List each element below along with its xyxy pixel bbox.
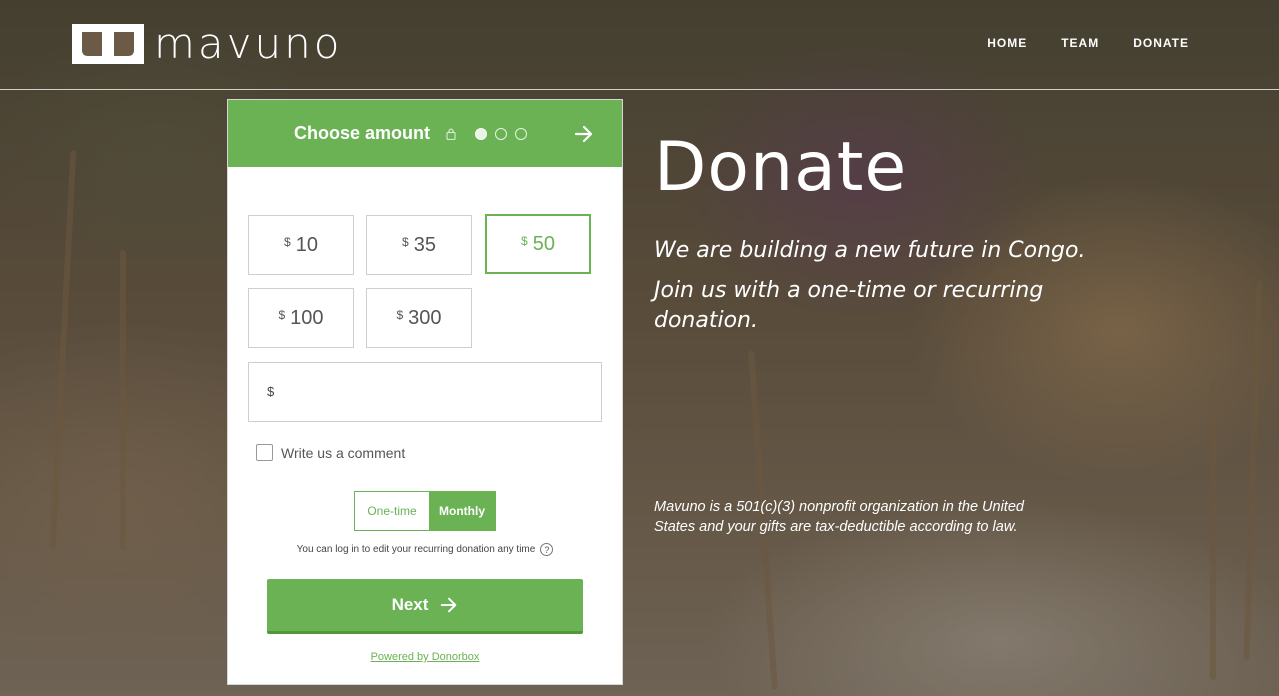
- frequency-toggle: One-time Monthly: [354, 491, 496, 531]
- legal-note: Mavuno is a 501(c)(3) nonprofit organiza…: [654, 497, 1054, 537]
- site-header: mavuno HOME TEAM DONATE: [0, 0, 1279, 90]
- arrow-right-icon[interactable]: [574, 124, 594, 149]
- step-title: Choose amount: [294, 123, 431, 143]
- powered-by-link[interactable]: Powered by Donorbox: [228, 651, 622, 663]
- next-label: Next: [391, 595, 429, 614]
- currency-symbol: $: [521, 234, 528, 248]
- step-dot-1: [475, 128, 487, 140]
- logo-wordmark: mavuno: [154, 19, 343, 68]
- step-dot-2: [495, 128, 507, 140]
- step-indicator: [475, 128, 527, 140]
- currency-symbol: $: [402, 235, 409, 249]
- help-icon[interactable]: ?: [540, 543, 554, 556]
- amount-option-35[interactable]: $ 35: [366, 215, 472, 275]
- currency-symbol: $: [267, 384, 275, 399]
- nav-donate[interactable]: DONATE: [1133, 36, 1189, 50]
- legal-note-line2: States and your gifts are tax-deductible…: [654, 519, 1018, 535]
- currency-symbol: $: [396, 308, 404, 322]
- custom-amount-field: $: [248, 362, 602, 422]
- step-dot-3: [515, 128, 527, 140]
- amount-value: 50: [532, 232, 555, 255]
- amount-value: 10: [295, 233, 318, 256]
- next-button[interactable]: Next: [267, 579, 583, 634]
- nav-home[interactable]: HOME: [987, 36, 1027, 50]
- recurring-note-text: You can log in to edit your recurring do…: [296, 544, 536, 555]
- comment-label: Write us a comment: [281, 444, 406, 461]
- lock-icon: [446, 127, 456, 145]
- custom-amount-input[interactable]: [285, 373, 585, 411]
- comment-checkbox[interactable]: [256, 444, 273, 461]
- amount-option-100[interactable]: $ 100: [248, 288, 354, 348]
- currency-symbol: $: [284, 235, 291, 249]
- amount-option-300[interactable]: $ 300: [366, 288, 472, 348]
- comment-option[interactable]: Write us a comment: [256, 444, 405, 461]
- background-overlay: [0, 0, 1279, 696]
- amount-value: 300: [408, 306, 442, 329]
- amount-option-50[interactable]: $ 50: [485, 214, 591, 274]
- logo-mark-icon: [72, 24, 144, 64]
- hero-cta-line1: Join us with a one-time or recurring: [654, 278, 1044, 303]
- arrow-right-icon: [441, 597, 457, 613]
- hero-tagline: We are building a new future in Congo.: [654, 238, 1086, 263]
- monthly-option[interactable]: Monthly: [429, 492, 495, 530]
- nav-team[interactable]: TEAM: [1061, 36, 1099, 50]
- amount-option-10[interactable]: $ 10: [248, 215, 354, 275]
- amount-value: 35: [413, 233, 436, 256]
- donation-form: Choose amount $ 10 $ 35 $ 50 $ 100 $ 300…: [227, 99, 623, 685]
- recurring-note: You can log in to edit your recurring do…: [228, 543, 622, 556]
- legal-note-line1: Mavuno is a 501(c)(3) nonprofit organiza…: [654, 499, 1024, 515]
- one-time-option[interactable]: One-time: [355, 492, 429, 530]
- logo[interactable]: mavuno: [72, 19, 343, 68]
- currency-symbol: $: [278, 308, 286, 322]
- form-header: Choose amount: [228, 100, 622, 167]
- main-nav: HOME TEAM DONATE: [987, 36, 1189, 50]
- amount-value: 100: [290, 306, 324, 329]
- hero-cta-line2: donation.: [654, 308, 758, 333]
- page-title: Donate: [654, 128, 908, 207]
